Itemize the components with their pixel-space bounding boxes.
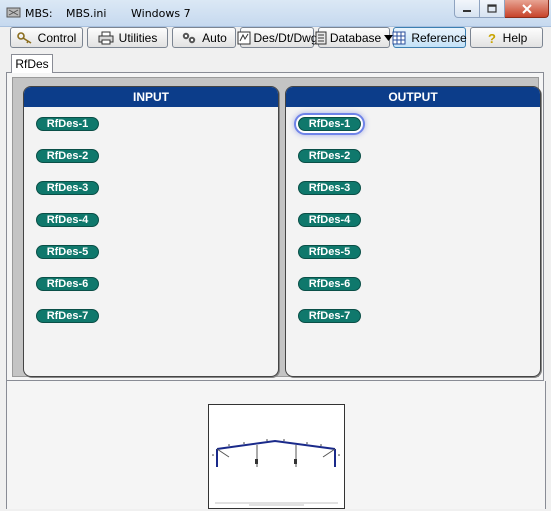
gears-icon	[182, 32, 196, 43]
svg-text:?: ?	[488, 31, 496, 45]
reference-icon	[392, 31, 406, 44]
question-icon: ?	[488, 31, 496, 45]
tab-page-inner: INPUT RfDes-1 RfDes-2 RfDes-3 RfDes-4 Rf…	[12, 77, 541, 377]
output-panel: OUTPUT RfDes-1 RfDes-2 RfDes-3 RfDes-4 R…	[285, 86, 541, 377]
des-dt-dwg-button[interactable]: Des/Dt/Dwg	[237, 27, 318, 48]
input-rfdes-4-button[interactable]: RfDes-4	[36, 213, 99, 227]
utilities-button[interactable]: Utilities	[87, 27, 168, 48]
title-app-name: MBS:	[25, 7, 53, 20]
minimize-button[interactable]	[454, 0, 480, 18]
title-os: Windows 7	[131, 7, 191, 20]
window-controls	[454, 0, 549, 19]
title-bar: MBS: MBS.ini Windows 7	[0, 0, 551, 27]
input-rfdes-6-button[interactable]: RfDes-6	[36, 277, 99, 291]
database-icon	[315, 31, 327, 44]
input-panel: INPUT RfDes-1 RfDes-2 RfDes-3 RfDes-4 Rf…	[23, 86, 279, 377]
close-icon	[521, 3, 532, 14]
preview-image	[208, 404, 345, 509]
auto-button-label: Auto	[202, 30, 227, 45]
printer-icon	[98, 31, 114, 44]
input-rfdes-3-button[interactable]: RfDes-3	[36, 181, 99, 195]
input-panel-title: INPUT	[24, 87, 278, 107]
reference-button[interactable]: Reference	[392, 27, 467, 48]
utilities-button-label: Utilities	[118, 30, 158, 45]
main-toolbar: Control Utilities Auto Des/Dt/Dwg Databa…	[0, 26, 551, 50]
tab-rfdes-label: RfDes	[15, 57, 49, 71]
control-button[interactable]: Control	[10, 27, 83, 48]
maximize-button[interactable]	[480, 0, 505, 18]
title-ini-file: MBS.ini	[66, 7, 107, 20]
help-button-label: Help	[502, 30, 528, 45]
app-icon	[6, 7, 21, 18]
maximize-icon	[487, 4, 497, 13]
input-rfdes-1-button[interactable]: RfDes-1	[36, 117, 99, 131]
output-rfdes-2-button[interactable]: RfDes-2	[298, 149, 361, 163]
output-rfdes-7-button[interactable]: RfDes-7	[298, 309, 361, 323]
minimize-icon	[463, 9, 471, 12]
control-button-label: Control	[37, 30, 77, 45]
input-rfdes-5-button[interactable]: RfDes-5	[36, 245, 99, 259]
tab-page: INPUT RfDes-1 RfDes-2 RfDes-3 RfDes-4 Rf…	[6, 72, 544, 381]
close-button[interactable]	[505, 0, 549, 18]
database-button-label: Database	[329, 30, 382, 45]
input-rfdes-7-button[interactable]: RfDes-7	[36, 309, 99, 323]
help-button[interactable]: ? Help	[470, 27, 543, 48]
input-rfdes-2-button[interactable]: RfDes-2	[36, 149, 99, 163]
output-rfdes-3-button[interactable]: RfDes-3	[298, 181, 361, 195]
database-button[interactable]: Database	[315, 27, 394, 48]
frame-structure-icon	[212, 439, 340, 506]
output-rfdes-4-button[interactable]: RfDes-4	[298, 213, 361, 227]
output-rfdes-5-button[interactable]: RfDes-5	[298, 245, 361, 259]
reference-button-label: Reference	[411, 30, 467, 45]
output-panel-title: OUTPUT	[286, 87, 540, 107]
output-rfdes-6-button[interactable]: RfDes-6	[298, 277, 361, 291]
des-dt-dwg-button-label: Des/Dt/Dwg	[253, 30, 318, 45]
tab-rfdes[interactable]: RfDes	[11, 54, 53, 73]
auto-button[interactable]: Auto	[172, 27, 236, 48]
key-icon	[16, 31, 32, 44]
drawing-icon	[237, 31, 250, 44]
output-rfdes-1-button[interactable]: RfDes-1	[298, 117, 361, 131]
